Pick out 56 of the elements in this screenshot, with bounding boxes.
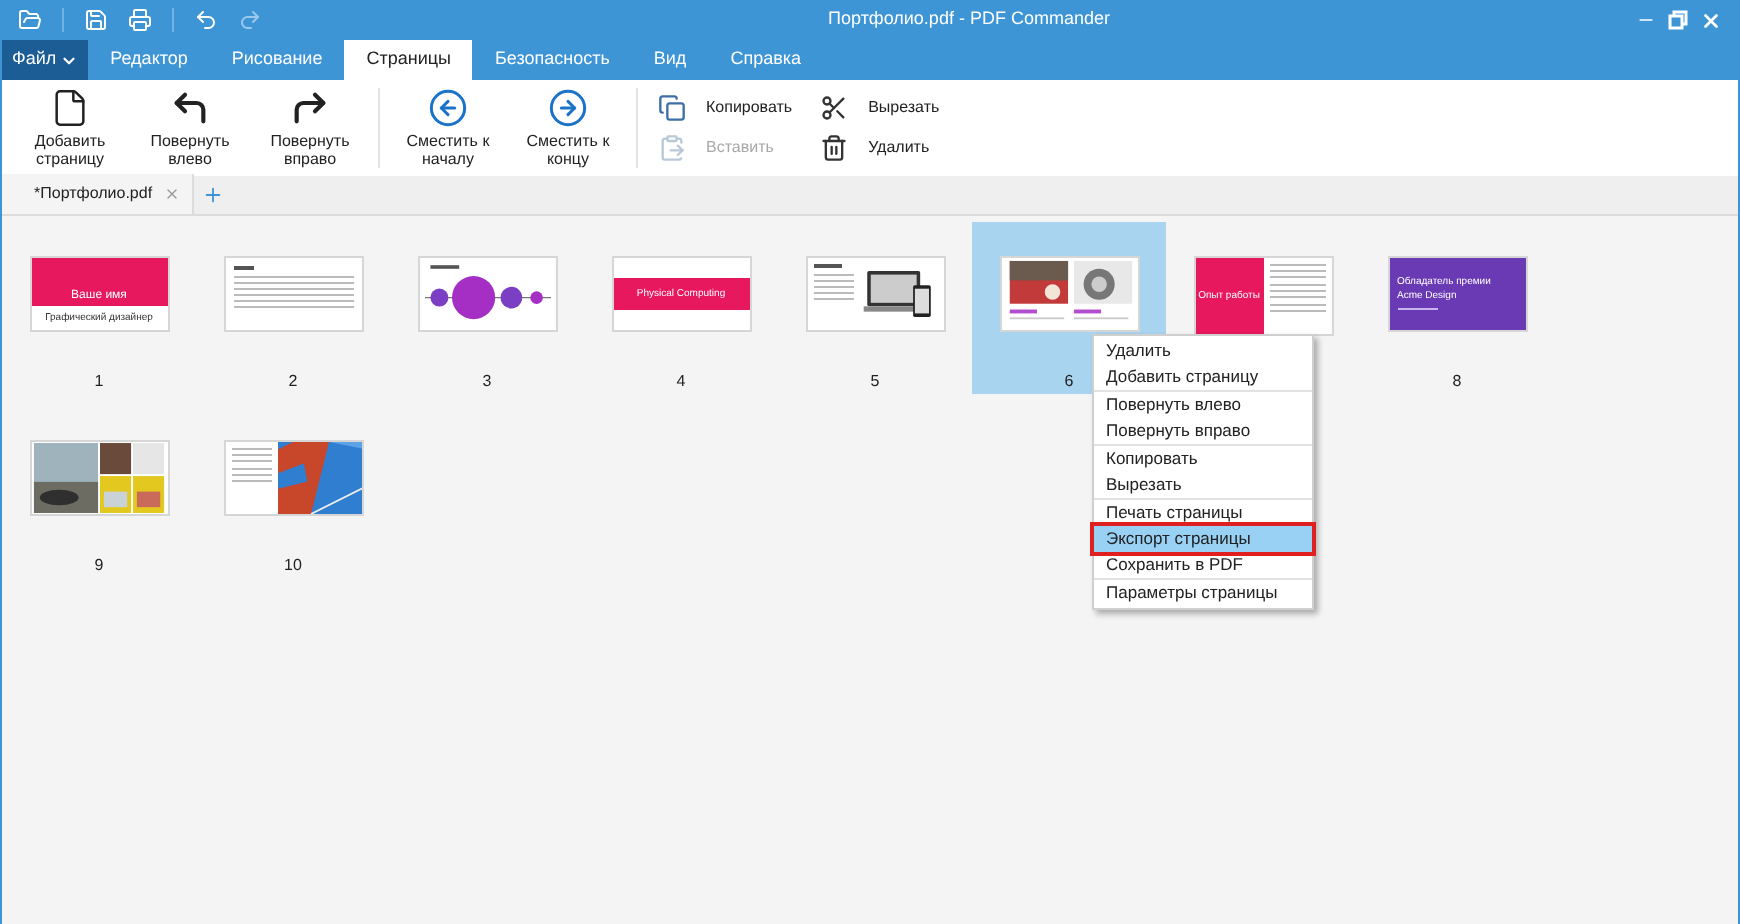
ribbon-button[interactable]: Удалить xyxy=(820,134,940,162)
ribbon-button[interactable]: Сместить к концу xyxy=(512,88,624,168)
document-tab-label: *Портфолио.pdf xyxy=(34,182,153,206)
page-number: 5 xyxy=(870,370,880,394)
menu-tab[interactable]: Страницы xyxy=(344,40,473,80)
scissors-icon xyxy=(820,94,849,122)
undo-icon[interactable] xyxy=(194,8,218,32)
context-menu-item[interactable]: Параметры страницы xyxy=(1094,580,1312,606)
paste-icon xyxy=(658,134,686,162)
page-number: 1 xyxy=(94,370,104,394)
context-menu-item[interactable]: Вырезать xyxy=(1094,472,1312,498)
document-tab[interactable]: *Портфолио.pdf xyxy=(2,174,194,214)
new-tab-icon[interactable] xyxy=(202,184,224,206)
file-menu-button[interactable]: Файл xyxy=(2,40,89,80)
close-icon[interactable] xyxy=(164,186,180,202)
page-number: 9 xyxy=(94,554,104,578)
ribbon-button[interactable]: Копировать xyxy=(658,94,793,122)
context-menu-item[interactable]: Удалить xyxy=(1094,338,1312,364)
context-menu-item[interactable]: Копировать xyxy=(1094,446,1312,472)
page-number: 10 xyxy=(284,554,302,578)
ribbon-button[interactable]: Добавить страницу xyxy=(14,88,126,168)
page-number: 8 xyxy=(1452,370,1462,394)
page-thumbnail[interactable] xyxy=(223,256,363,332)
ribbon-button[interactable]: Вырезать xyxy=(820,94,940,122)
page-thumbnail[interactable] xyxy=(417,256,557,332)
page-number: 2 xyxy=(288,370,298,394)
page-number: 3 xyxy=(482,370,492,394)
window-title: Портфолио.pdf - PDF Commander xyxy=(828,6,1110,33)
context-menu-item[interactable]: Добавить страницу xyxy=(1094,364,1312,390)
trash-icon xyxy=(820,134,849,162)
open-folder-icon[interactable] xyxy=(18,8,42,32)
context-menu-item[interactable]: Печать страницы xyxy=(1094,500,1312,526)
restore-icon[interactable] xyxy=(1668,10,1688,30)
arrow-right-circle-icon xyxy=(548,88,588,128)
ribbon-button[interactable]: Повернуть влево xyxy=(134,88,246,168)
copy-icon xyxy=(658,94,686,122)
redo-icon[interactable] xyxy=(238,8,262,32)
close-icon[interactable] xyxy=(1700,9,1722,31)
context-menu-item[interactable]: Повернуть вправо xyxy=(1094,418,1312,444)
arrow-left-circle-icon xyxy=(428,88,468,128)
save-icon[interactable] xyxy=(84,8,108,32)
context-menu-item[interactable]: Экспорт страницы xyxy=(1094,526,1312,552)
rotate-right-icon xyxy=(290,88,330,128)
page-thumbnail[interactable] xyxy=(805,256,945,332)
page-thumbnail[interactable] xyxy=(29,440,169,516)
ribbon-button[interactable]: Сместить к началу xyxy=(392,88,504,168)
context-menu-item[interactable]: Сохранить в PDF xyxy=(1094,552,1312,578)
context-menu-item[interactable]: Повернуть влево xyxy=(1094,392,1312,418)
page-thumbnail[interactable] xyxy=(999,256,1139,332)
page-thumbnail[interactable] xyxy=(223,440,363,516)
ribbon-button[interactable]: Повернуть вправо xyxy=(254,88,366,168)
page-number: 6 xyxy=(1064,370,1074,394)
rotate-left-icon xyxy=(170,88,210,128)
print-icon[interactable] xyxy=(128,8,152,32)
page-icon xyxy=(50,88,90,128)
page-number: 4 xyxy=(676,370,686,394)
